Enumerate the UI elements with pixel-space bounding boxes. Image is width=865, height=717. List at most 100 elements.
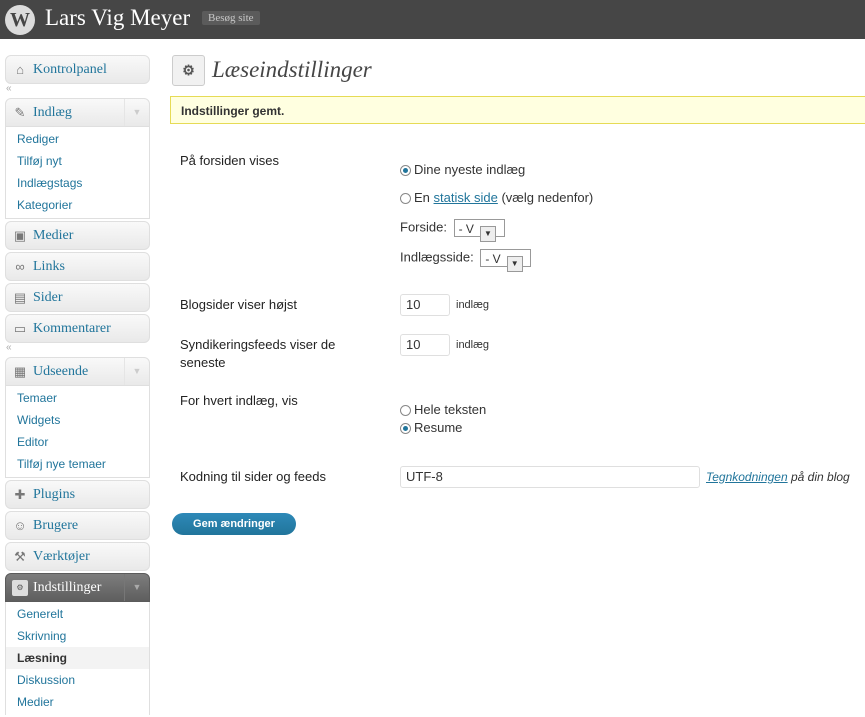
submenu-item[interactable]: Temaer <box>6 387 149 409</box>
submenu-item[interactable]: Medier <box>6 691 149 713</box>
menu-separator[interactable] <box>5 342 150 357</box>
select-value: - V <box>485 252 501 266</box>
page-title: Læseindstillinger <box>212 57 372 82</box>
radio-full-text[interactable] <box>400 405 411 416</box>
menu-label: Kommentarer <box>33 321 111 336</box>
each-post-label: For hvert indlæg, vis <box>180 393 298 408</box>
chevron-down-icon[interactable]: ▼ <box>479 226 496 242</box>
home-icon: ⌂ <box>16 62 24 77</box>
comment-icon: ▭ <box>13 321 27 336</box>
tools-icon: ⚒ <box>14 549 26 564</box>
menu-label: Sider <box>33 290 63 305</box>
posts-per-rss-input[interactable]: 10 <box>400 334 450 356</box>
admin-header: Lars Vig Meyer Besøg site <box>0 0 865 39</box>
radio-label: Dine nyeste indlæg <box>414 162 526 177</box>
front-page-select[interactable]: - V ▼ <box>453 219 505 242</box>
visit-site-button[interactable]: Besøg site <box>202 11 260 25</box>
menu-label: Indstillinger <box>33 580 102 595</box>
appearance-submenu: Temaer Widgets Editor Tilføj nye temaer <box>5 386 150 478</box>
front-page-select-label: Forside: <box>400 219 447 235</box>
select-value: - V <box>458 222 474 236</box>
encoding-input[interactable]: UTF-8 <box>400 466 700 488</box>
encoding-link[interactable]: Tegnkodningen <box>706 470 788 484</box>
menu-label: Brugere <box>33 518 79 533</box>
encoding-label: Kodning til sider og feeds <box>180 469 326 484</box>
menu-label: Medier <box>33 228 74 243</box>
chevron-down-icon[interactable]: ▼ <box>124 99 149 126</box>
radio-label: Hele teksten <box>414 402 487 417</box>
chevron-down-icon[interactable]: ▼ <box>124 358 149 385</box>
menu-appearance[interactable]: ▦ Udseende ▼ <box>5 357 150 386</box>
settings-submenu: Generelt Skrivning Læsning Diskussion Me… <box>5 602 150 715</box>
menu-tools[interactable]: ⚒ Værktøjer <box>5 542 150 571</box>
radio-note: (vælg nedenfor) <box>501 190 594 205</box>
save-changes-button[interactable]: Gem ændringer <box>172 513 296 535</box>
link-icon: ∞ <box>15 259 25 274</box>
menu-posts[interactable]: ✎ Indlæg ▼ <box>5 98 150 127</box>
chevron-down-icon[interactable]: ▼ <box>124 574 149 601</box>
submenu-item[interactable]: Widgets <box>6 409 149 431</box>
radio-label: En <box>414 190 430 205</box>
settings-page-icon: ⚙ <box>172 55 205 86</box>
feeds-label-line1: Syndikeringsfeeds viser de <box>180 337 336 352</box>
static-page-option[interactable]: En statisk side (vælg nedenfor) <box>400 190 593 205</box>
submenu-item[interactable]: Kategorier <box>6 194 149 216</box>
latest-posts-option[interactable]: Dine nyeste indlæg <box>400 162 525 177</box>
menu-pages[interactable]: ▤ Sider <box>5 283 150 312</box>
settings-icon: ⚙ <box>12 580 28 596</box>
blog-pages-label: Blogsider viser højst <box>180 297 298 312</box>
menu-comments[interactable]: ▭ Kommentarer <box>5 314 150 343</box>
wordpress-logo-icon <box>5 5 35 35</box>
posts-submenu: Rediger Tilføj nyt Indlægstags Kategorie… <box>5 127 150 219</box>
menu-plugins[interactable]: ✚ Plugins <box>5 480 150 509</box>
posts-per-rss-unit: indlæg <box>456 339 490 351</box>
posts-page-select[interactable]: - V ▼ <box>480 249 532 272</box>
posts-per-page-input[interactable]: 10 <box>400 294 450 316</box>
updated-notice: Indstillinger gemt. <box>170 96 865 124</box>
menu-label: Udseende <box>33 364 89 379</box>
submenu-item[interactable]: Editor <box>6 431 149 453</box>
camera-icon: ▣ <box>13 228 27 243</box>
full-text-option[interactable]: Hele teksten <box>400 402 486 417</box>
front-page-label: På forsiden vises <box>180 153 279 168</box>
radio-latest-posts[interactable] <box>400 165 411 176</box>
menu-label: Kontrolpanel <box>33 62 107 77</box>
submenu-item[interactable]: Tilføj nye temaer <box>6 453 149 475</box>
radio-summary[interactable] <box>400 423 411 434</box>
posts-per-page-unit: indlæg <box>456 299 490 311</box>
posts-page-row: Indlægsside: - V ▼ <box>400 249 532 272</box>
menu-label: Værktøjer <box>33 549 90 564</box>
menu-links[interactable]: ∞ Links <box>5 252 150 281</box>
radio-static-page[interactable] <box>400 193 411 204</box>
menu-separator[interactable] <box>5 83 150 98</box>
feeds-label-line2: seneste <box>180 355 226 370</box>
plugin-icon: ✚ <box>14 487 26 502</box>
appearance-icon: ▦ <box>13 364 27 379</box>
static-page-link[interactable]: statisk side <box>434 190 498 205</box>
posts-page-select-label: Indlægsside: <box>400 249 474 265</box>
menu-label: Links <box>33 259 65 274</box>
submenu-item-current[interactable]: Læsning <box>6 647 149 669</box>
submenu-item[interactable]: Diskussion <box>6 669 149 691</box>
menu-dashboard[interactable]: ⌂ Kontrolpanel <box>5 55 150 84</box>
submenu-item[interactable]: Skrivning <box>6 625 149 647</box>
submenu-item[interactable]: Generelt <box>6 603 149 625</box>
menu-label: Indlæg <box>33 105 72 120</box>
menu-media[interactable]: ▣ Medier <box>5 221 150 250</box>
encoding-note: på din blog <box>790 470 850 484</box>
admin-menu: ⌂ Kontrolpanel ✎ Indlæg ▼ Rediger Tilføj… <box>5 55 150 717</box>
site-title[interactable]: Lars Vig Meyer <box>45 5 190 31</box>
summary-option[interactable]: Resume <box>400 420 462 435</box>
submenu-item[interactable]: Tilføj nyt <box>6 150 149 172</box>
page-icon: ▤ <box>13 290 27 305</box>
menu-settings[interactable]: ⚙ Indstillinger ▼ <box>5 573 150 602</box>
pin-icon: ✎ <box>14 105 26 120</box>
front-page-row: Forside: - V ▼ <box>400 219 505 242</box>
menu-users[interactable]: ☺ Brugere <box>5 511 150 540</box>
menu-label: Plugins <box>33 487 76 502</box>
submenu-item[interactable]: Indlægstags <box>6 172 149 194</box>
chevron-down-icon[interactable]: ▼ <box>506 256 523 272</box>
submenu-item[interactable]: Rediger <box>6 128 149 150</box>
encoding-description: Tegnkodningen på din blog <box>706 470 850 484</box>
radio-label: Resume <box>414 420 463 435</box>
